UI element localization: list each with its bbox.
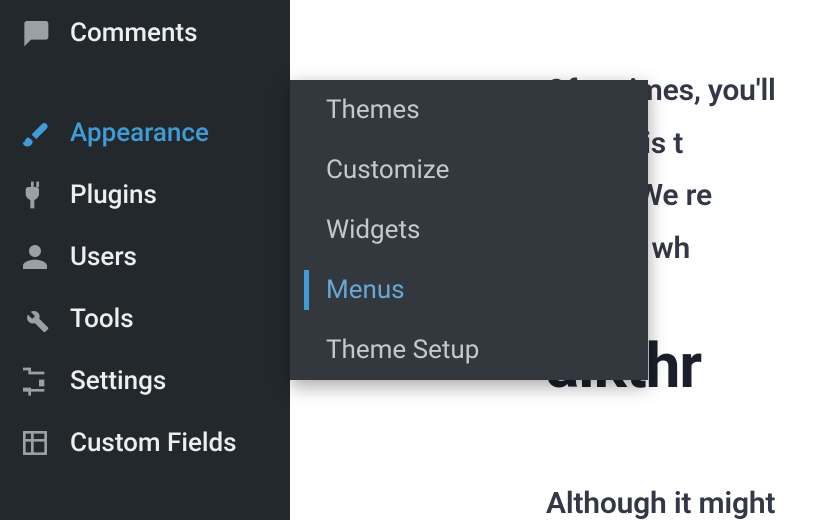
sidebar-item-label: Settings [70,366,166,396]
sidebar-item-custom-fields[interactable]: Custom Fields [0,412,290,474]
sidebar-item-label: Appearance [70,118,209,148]
submenu-item-widgets[interactable]: Widgets [290,200,648,260]
submenu-item-themes[interactable]: Themes [290,80,648,140]
admin-sidebar: Comments Appearance Plugins Users [0,0,290,520]
sidebar-item-label: Plugins [70,180,157,210]
brush-icon [18,116,52,150]
grid-icon [18,426,52,460]
sidebar-item-label: Custom Fields [70,428,237,458]
submenu-item-theme-setup[interactable]: Theme Setup [290,320,648,380]
app-root: Oftentimes, you'll do this is t mizer. W… [0,0,816,520]
sidebar-item-comments[interactable]: Comments [0,0,290,68]
sidebar-item-label: Comments [70,18,197,48]
sidebar-item-settings[interactable]: Settings [0,350,290,412]
sidebar-item-appearance[interactable]: Appearance [0,102,290,164]
submenu-item-customize[interactable]: Customize [290,140,648,200]
user-icon [18,240,52,274]
sidebar-item-plugins[interactable]: Plugins [0,164,290,226]
comment-icon [18,16,52,50]
plug-icon [18,178,52,212]
appearance-submenu: Themes Customize Widgets Menus Theme Set… [290,80,648,380]
wrench-icon [18,302,52,336]
submenu-item-menus[interactable]: Menus [290,260,648,320]
body-text-line: Although it might [546,481,816,520]
sidebar-separator [0,68,290,102]
sliders-icon [18,364,52,398]
sidebar-item-label: Users [70,242,137,272]
sidebar-item-label: Tools [70,304,134,334]
sidebar-item-tools[interactable]: Tools [0,288,290,350]
sidebar-item-users[interactable]: Users [0,226,290,288]
